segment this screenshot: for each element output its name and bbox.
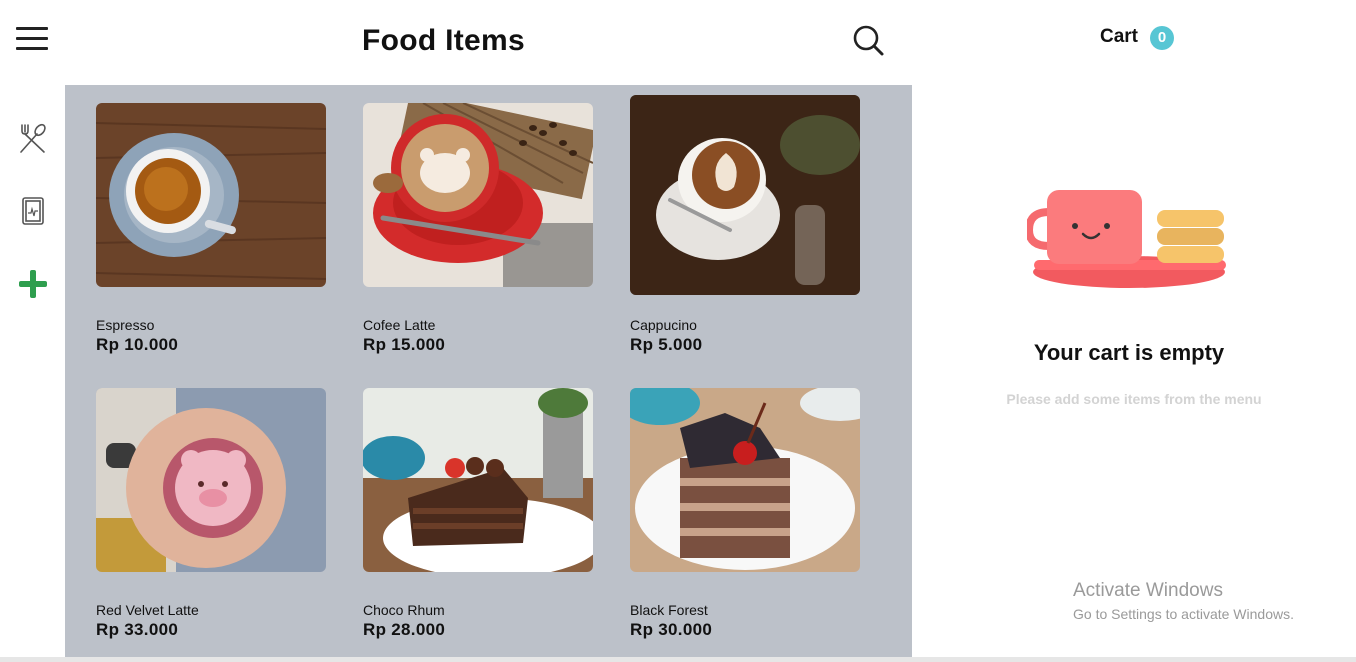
food-card[interactable]: Cappucino Rp 5.000 [630,95,860,363]
food-name: Black Forest [630,602,708,618]
food-name: Cofee Latte [363,317,436,333]
food-name: Red Velvet Latte [96,602,199,618]
watermark-title: Activate Windows [1073,580,1223,601]
add-icon[interactable] [16,267,50,301]
cart-empty-subtitle: Please add some items from the menu [1006,391,1262,407]
cofee-latte-image [363,103,593,287]
cart-count-badge: 0 [1150,26,1174,50]
food-name: Choco Rhum [363,602,445,618]
food-card[interactable]: Cofee Latte Rp 15.000 [363,103,593,363]
app-root: Food Items Espresso Rp 10.000 Cofee Latt… [0,0,1356,662]
cappucino-image [630,95,860,295]
page-title: Food Items [362,24,526,57]
watermark-subtitle: Go to Settings to activate Windows. [1073,606,1294,622]
food-grid: Espresso Rp 10.000 Cofee Latte Rp 15.000… [65,85,912,657]
food-card[interactable]: Black Forest Rp 30.000 [630,388,860,648]
food-card[interactable]: Espresso Rp 10.000 [96,103,326,363]
food-price: Rp 15.000 [363,335,446,354]
food-name: Espresso [96,317,155,333]
horizontal-scrollbar[interactable] [0,657,1356,662]
clipboard-history-icon[interactable] [16,194,50,228]
hamburger-menu-icon[interactable] [16,27,48,51]
choco-rhum-image [363,388,593,572]
cart-empty-title: Your cart is empty [1033,340,1225,365]
windows-activation-watermark: Activate Windows Go to Settings to activ… [1073,580,1294,622]
fork-spoon-icon[interactable] [16,121,50,155]
food-price: Rp 33.000 [96,620,179,639]
espresso-image [96,103,326,287]
cart-title: Cart [1100,26,1139,47]
sidebar [0,85,65,662]
black-forest-image [630,388,860,572]
red-velvet-latte-image [96,388,326,572]
food-price: Rp 30.000 [630,620,713,639]
food-name: Cappucino [630,317,697,333]
food-price: Rp 28.000 [363,620,446,639]
header: Food Items [0,0,912,85]
food-price: Rp 10.000 [96,335,179,354]
food-card[interactable]: Choco Rhum Rp 28.000 [363,388,593,648]
food-price: Rp 5.000 [630,335,703,354]
search-icon[interactable] [851,23,885,57]
empty-cart-illustration [1027,190,1226,288]
cart-panel: Cart 0 Your cart is empty Please add som… [912,0,1356,662]
food-card[interactable]: Red Velvet Latte Rp 33.000 [96,388,326,648]
